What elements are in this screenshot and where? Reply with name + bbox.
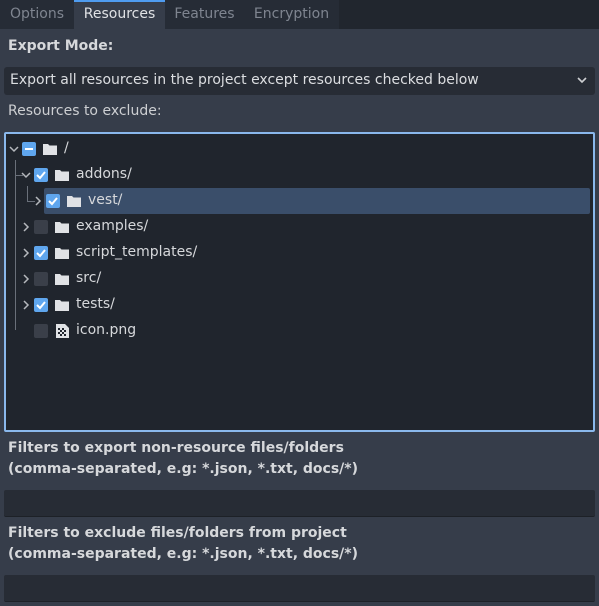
- resources-tree[interactable]: / addons/ vest/ examples/ script_templat…: [4, 132, 595, 432]
- resources-to-exclude-label: Resources to exclude:: [8, 103, 162, 119]
- folder-icon: [55, 300, 69, 311]
- selection-highlight: [44, 188, 590, 214]
- export-mode-dropdown[interactable]: Export all resources in the project exce…: [4, 67, 595, 95]
- tab-bar: Options Resources Features Encryption: [0, 0, 599, 29]
- folder-icon: [55, 248, 69, 259]
- export-resources-panel: Options Resources Features Encryption Ex…: [0, 0, 599, 606]
- image-file-icon: [56, 324, 69, 338]
- chevron-right-icon[interactable]: [21, 222, 31, 232]
- tree-checkbox[interactable]: [34, 246, 48, 260]
- chevron-right-icon[interactable]: [21, 274, 31, 284]
- chevron-down-icon[interactable]: [21, 170, 31, 180]
- folder-icon: [55, 222, 69, 233]
- tab-options[interactable]: Options: [0, 0, 74, 29]
- folder-icon: [55, 274, 69, 285]
- chevron-right-icon[interactable]: [21, 300, 31, 310]
- tab-features[interactable]: Features: [165, 0, 244, 29]
- chevron-down-icon: [577, 77, 587, 84]
- tree-item-label: addons/: [76, 166, 132, 182]
- tree-checkbox[interactable]: [34, 324, 48, 338]
- tree-item-examples[interactable]: examples/: [6, 214, 593, 240]
- export-mode-label: Export Mode:: [8, 38, 114, 54]
- tree-checkbox[interactable]: [46, 194, 60, 208]
- tree-item-tests[interactable]: tests/: [6, 292, 593, 318]
- tree-checkbox[interactable]: [22, 142, 36, 156]
- tree-item-label: script_templates/: [76, 244, 198, 260]
- tree-item-root[interactable]: /: [6, 136, 593, 162]
- exclude-filters-text[interactable]: [4, 575, 595, 601]
- folder-icon: [55, 170, 69, 181]
- include-filters-hint: (comma-separated, e.g: *.json, *.txt, do…: [8, 461, 359, 477]
- tree-item-label: icon.png: [76, 322, 137, 338]
- tree-item-label: examples/: [76, 218, 149, 234]
- tree-item-src[interactable]: src/: [6, 266, 593, 292]
- tree-item-addons[interactable]: addons/: [6, 162, 593, 188]
- tab-encryption[interactable]: Encryption: [244, 0, 339, 29]
- tree-item-vest[interactable]: vest/: [6, 188, 593, 214]
- tree-item-label: /: [64, 140, 69, 156]
- chevron-right-icon[interactable]: [21, 248, 31, 258]
- tab-resources[interactable]: Resources: [74, 0, 165, 29]
- tree-item-label: tests/: [76, 296, 115, 312]
- tree-checkbox[interactable]: [34, 168, 48, 182]
- tree-item-icon-png[interactable]: icon.png: [6, 318, 593, 344]
- folder-icon: [67, 196, 81, 207]
- tree-checkbox[interactable]: [34, 220, 48, 234]
- include-filters-input[interactable]: [4, 490, 595, 517]
- exclude-filters-hint: (comma-separated, e.g: *.json, *.txt, do…: [8, 546, 359, 562]
- exclude-filters-label: Filters to exclude files/folders from pr…: [8, 525, 347, 541]
- chevron-down-icon[interactable]: [9, 144, 19, 154]
- tree-item-script-templates[interactable]: script_templates/: [6, 240, 593, 266]
- include-filters-text[interactable]: [4, 490, 595, 516]
- folder-icon: [43, 144, 57, 155]
- tree-checkbox[interactable]: [34, 298, 48, 312]
- export-mode-selected: Export all resources in the project exce…: [10, 72, 479, 88]
- chevron-right-icon[interactable]: [33, 196, 43, 206]
- include-filters-label: Filters to export non-resource files/fol…: [8, 440, 344, 456]
- tree-item-label: src/: [76, 270, 102, 286]
- tree-item-label: vest/: [88, 192, 123, 208]
- tree-checkbox[interactable]: [34, 272, 48, 286]
- exclude-filters-input[interactable]: [4, 575, 595, 602]
